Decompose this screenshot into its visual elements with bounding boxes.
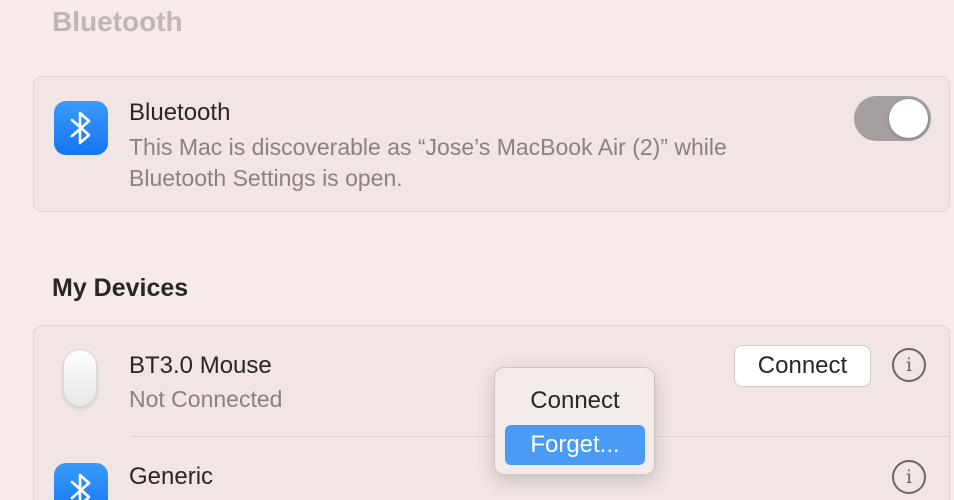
info-icon[interactable]: i — [892, 348, 926, 382]
toggle-knob — [889, 99, 928, 138]
my-devices-heading: My Devices — [52, 274, 189, 302]
device-name: BT3.0 Mouse — [129, 352, 272, 379]
bluetooth-toggle[interactable] — [854, 96, 931, 141]
bluetooth-settings-page: Bluetooth Bluetooth This Mac is discover… — [0, 0, 954, 500]
connect-button[interactable]: Connect — [734, 345, 871, 387]
bluetooth-title: Bluetooth — [129, 99, 231, 126]
menu-item-forget[interactable]: Forget... — [505, 425, 645, 465]
device-context-menu: Connect Forget... — [494, 367, 655, 475]
bluetooth-icon — [54, 463, 108, 500]
mouse-icon — [63, 349, 97, 407]
devices-list: BT3.0 Mouse Not Connected Connect i Gene… — [33, 325, 951, 500]
device-name: Generic — [129, 463, 214, 490]
menu-item-connect[interactable]: Connect — [505, 381, 645, 421]
bluetooth-card: Bluetooth This Mac is discoverable as “J… — [33, 76, 950, 212]
bluetooth-description-line2: Bluetooth Settings is open. — [129, 165, 403, 191]
info-icon[interactable]: i — [892, 460, 926, 494]
bluetooth-description-line1: This Mac is discoverable as “Jose’s MacB… — [129, 134, 727, 160]
page-title: Bluetooth — [52, 6, 183, 37]
device-status: Not Connected — [129, 386, 283, 412]
bluetooth-icon — [54, 101, 108, 155]
